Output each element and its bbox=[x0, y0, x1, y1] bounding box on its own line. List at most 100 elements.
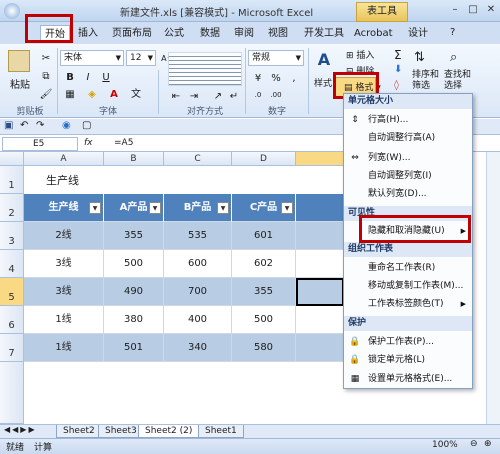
name-box[interactable]: E5 bbox=[2, 137, 78, 151]
filter-dropdown-icon[interactable]: ▼ bbox=[149, 201, 161, 214]
sheet-tab[interactable]: Sheet2 bbox=[56, 425, 102, 438]
wrap-text-icon[interactable]: ↵ bbox=[226, 88, 242, 104]
maximize-button[interactable]: □ bbox=[466, 4, 480, 16]
currency-icon[interactable]: ¥ bbox=[250, 70, 266, 86]
delete-cells-button[interactable]: ⊟ 删除 bbox=[346, 64, 374, 77]
tab-acrobat[interactable]: Acrobat bbox=[350, 25, 397, 43]
header-cell[interactable]: B产品 ▼ bbox=[164, 194, 232, 222]
phonetic-icon[interactable]: 文 bbox=[128, 86, 144, 102]
table-cell[interactable]: 1线 bbox=[24, 334, 104, 362]
menu-rename-sheet[interactable]: 重命名工作表(R) bbox=[344, 260, 472, 277]
table-cell-e[interactable] bbox=[296, 306, 344, 334]
table-cell[interactable]: 2线 bbox=[24, 222, 104, 250]
formula-input[interactable]: =A5 bbox=[114, 138, 133, 148]
clear-icon[interactable]: ◊ bbox=[394, 80, 399, 91]
fx-icon[interactable]: fx bbox=[84, 138, 93, 148]
sort-filter-icon[interactable]: ⇅ bbox=[414, 50, 425, 65]
table-cell-e[interactable] bbox=[296, 222, 344, 250]
decrease-decimal-icon[interactable]: .00 bbox=[268, 86, 284, 102]
header-cell[interactable]: A产品 ▼ bbox=[104, 194, 164, 222]
print-preview-icon[interactable]: ▢ bbox=[82, 120, 91, 131]
table-cell[interactable]: 700 bbox=[164, 278, 232, 306]
table-cell[interactable]: 340 bbox=[164, 334, 232, 362]
table-cell[interactable]: 501 bbox=[104, 334, 164, 362]
format-button[interactable]: ▤ 格式 ▾ bbox=[344, 80, 381, 93]
menu-col-width[interactable]: ⇔ 列宽(W)... bbox=[344, 150, 472, 167]
table-cell[interactable]: 600 bbox=[164, 250, 232, 278]
select-all-corner[interactable] bbox=[0, 152, 24, 166]
format-painter-icon[interactable]: 🖌 bbox=[38, 86, 54, 102]
font-name-select[interactable]: 宋体 ▼ bbox=[60, 50, 124, 66]
row-header[interactable]: 6 bbox=[0, 306, 24, 334]
sheet-tab[interactable]: Sheet1 bbox=[198, 425, 244, 438]
bold-icon[interactable]: B bbox=[62, 69, 78, 85]
paste-icon[interactable] bbox=[8, 50, 30, 72]
font-color-icon[interactable]: A bbox=[106, 86, 122, 102]
table-cell[interactable]: 3线 bbox=[24, 250, 104, 278]
vertical-scrollbar[interactable] bbox=[486, 152, 500, 424]
header-cell[interactable]: C产品 ▼ bbox=[232, 194, 296, 222]
tab-insert[interactable]: 插入 bbox=[74, 25, 102, 43]
row-header-selected[interactable]: 5 bbox=[0, 278, 24, 306]
table-cell[interactable]: 490 bbox=[104, 278, 164, 306]
table-cell[interactable]: 535 bbox=[164, 222, 232, 250]
menu-tab-color[interactable]: 工作表标签颜色(T) ▶ bbox=[344, 296, 472, 313]
tab-home[interactable]: 开始 bbox=[40, 25, 70, 43]
styles-icon[interactable]: A bbox=[314, 50, 334, 72]
table-cell-e[interactable] bbox=[296, 334, 344, 362]
table-cell-e[interactable] bbox=[296, 250, 344, 278]
table-cell[interactable]: 3线 bbox=[24, 278, 104, 306]
italic-icon[interactable]: I bbox=[80, 69, 96, 85]
filter-dropdown-icon[interactable]: ▼ bbox=[89, 201, 101, 214]
decrease-indent-icon[interactable]: ⇤ bbox=[168, 88, 184, 104]
menu-move-copy-sheet[interactable]: 移动或复制工作表(M)... bbox=[344, 278, 472, 295]
menu-format-cells[interactable]: ▦ 设置单元格格式(E)... bbox=[344, 371, 472, 388]
filter-dropdown-icon[interactable]: ▼ bbox=[217, 201, 229, 214]
row-header[interactable]: 1 bbox=[0, 166, 24, 194]
increase-indent-icon[interactable]: ⇥ bbox=[186, 88, 202, 104]
tab-formulas[interactable]: 公式 bbox=[160, 25, 188, 43]
alignment-buttons[interactable] bbox=[168, 52, 242, 86]
column-header[interactable]: C bbox=[164, 152, 232, 166]
row-header[interactable]: 7 bbox=[0, 334, 24, 362]
sheet-tab[interactable]: Sheet3 bbox=[98, 425, 144, 438]
insert-cells-button[interactable]: ⊞ 插入 bbox=[346, 48, 374, 61]
cut-icon[interactable]: ✂ bbox=[38, 50, 54, 66]
menu-autofit-row[interactable]: 自动调整行高(A) bbox=[344, 130, 472, 147]
row-header[interactable]: 3 bbox=[0, 222, 24, 250]
sheet-tab-active[interactable]: Sheet2 (2) bbox=[138, 425, 200, 438]
tab-developer[interactable]: 开发工具 bbox=[300, 25, 348, 43]
comma-icon[interactable]: , bbox=[286, 70, 302, 86]
active-cell-e5[interactable] bbox=[296, 278, 344, 306]
tab-design[interactable]: 设计 bbox=[404, 25, 432, 43]
percent-icon[interactable]: % bbox=[268, 70, 284, 86]
table-cell[interactable]: 601 bbox=[232, 222, 296, 250]
tab-view[interactable]: 视图 bbox=[264, 25, 292, 43]
tab-page-layout[interactable]: 页面布局 bbox=[108, 25, 156, 43]
styles-label[interactable]: 样式 bbox=[314, 76, 332, 89]
autosum-icon[interactable]: Σ bbox=[394, 48, 402, 62]
menu-protect-sheet[interactable]: 🔒 保护工作表(P)... bbox=[344, 334, 472, 351]
sheet-nav-icon[interactable]: ◀◀▶▶ bbox=[4, 425, 37, 434]
tab-data[interactable]: 数据 bbox=[196, 25, 224, 43]
table-cell[interactable]: 580 bbox=[232, 334, 296, 362]
table-cell[interactable]: 355 bbox=[232, 278, 296, 306]
table-cell[interactable]: 500 bbox=[104, 250, 164, 278]
sort-filter-label[interactable]: 排序和筛选 bbox=[412, 70, 444, 92]
table-cell[interactable]: 1线 bbox=[24, 306, 104, 334]
sheet-title[interactable]: 生产线 bbox=[46, 172, 79, 188]
find-select-label[interactable]: 查找和选择 bbox=[444, 70, 476, 92]
table-cell[interactable]: 355 bbox=[104, 222, 164, 250]
column-header-e[interactable] bbox=[296, 152, 346, 166]
zoom-out-icon[interactable]: ⊖ bbox=[470, 439, 478, 449]
redo-icon[interactable]: ↷ bbox=[36, 120, 44, 131]
increase-decimal-icon[interactable]: .0 bbox=[250, 86, 266, 102]
number-format-select[interactable]: 常规 ▼ bbox=[248, 50, 304, 66]
menu-hide-unhide[interactable]: 隐藏和取消隐藏(U) ▶ bbox=[344, 223, 472, 240]
save-icon[interactable]: ▣ bbox=[4, 120, 13, 131]
find-icon[interactable]: ⌕ bbox=[450, 50, 457, 65]
office-button[interactable] bbox=[4, 3, 20, 19]
zoom-in-icon[interactable]: ⊕ bbox=[484, 439, 492, 449]
help-icon[interactable]: ? bbox=[450, 27, 455, 38]
fill-color-icon[interactable]: ◈ bbox=[84, 86, 100, 102]
